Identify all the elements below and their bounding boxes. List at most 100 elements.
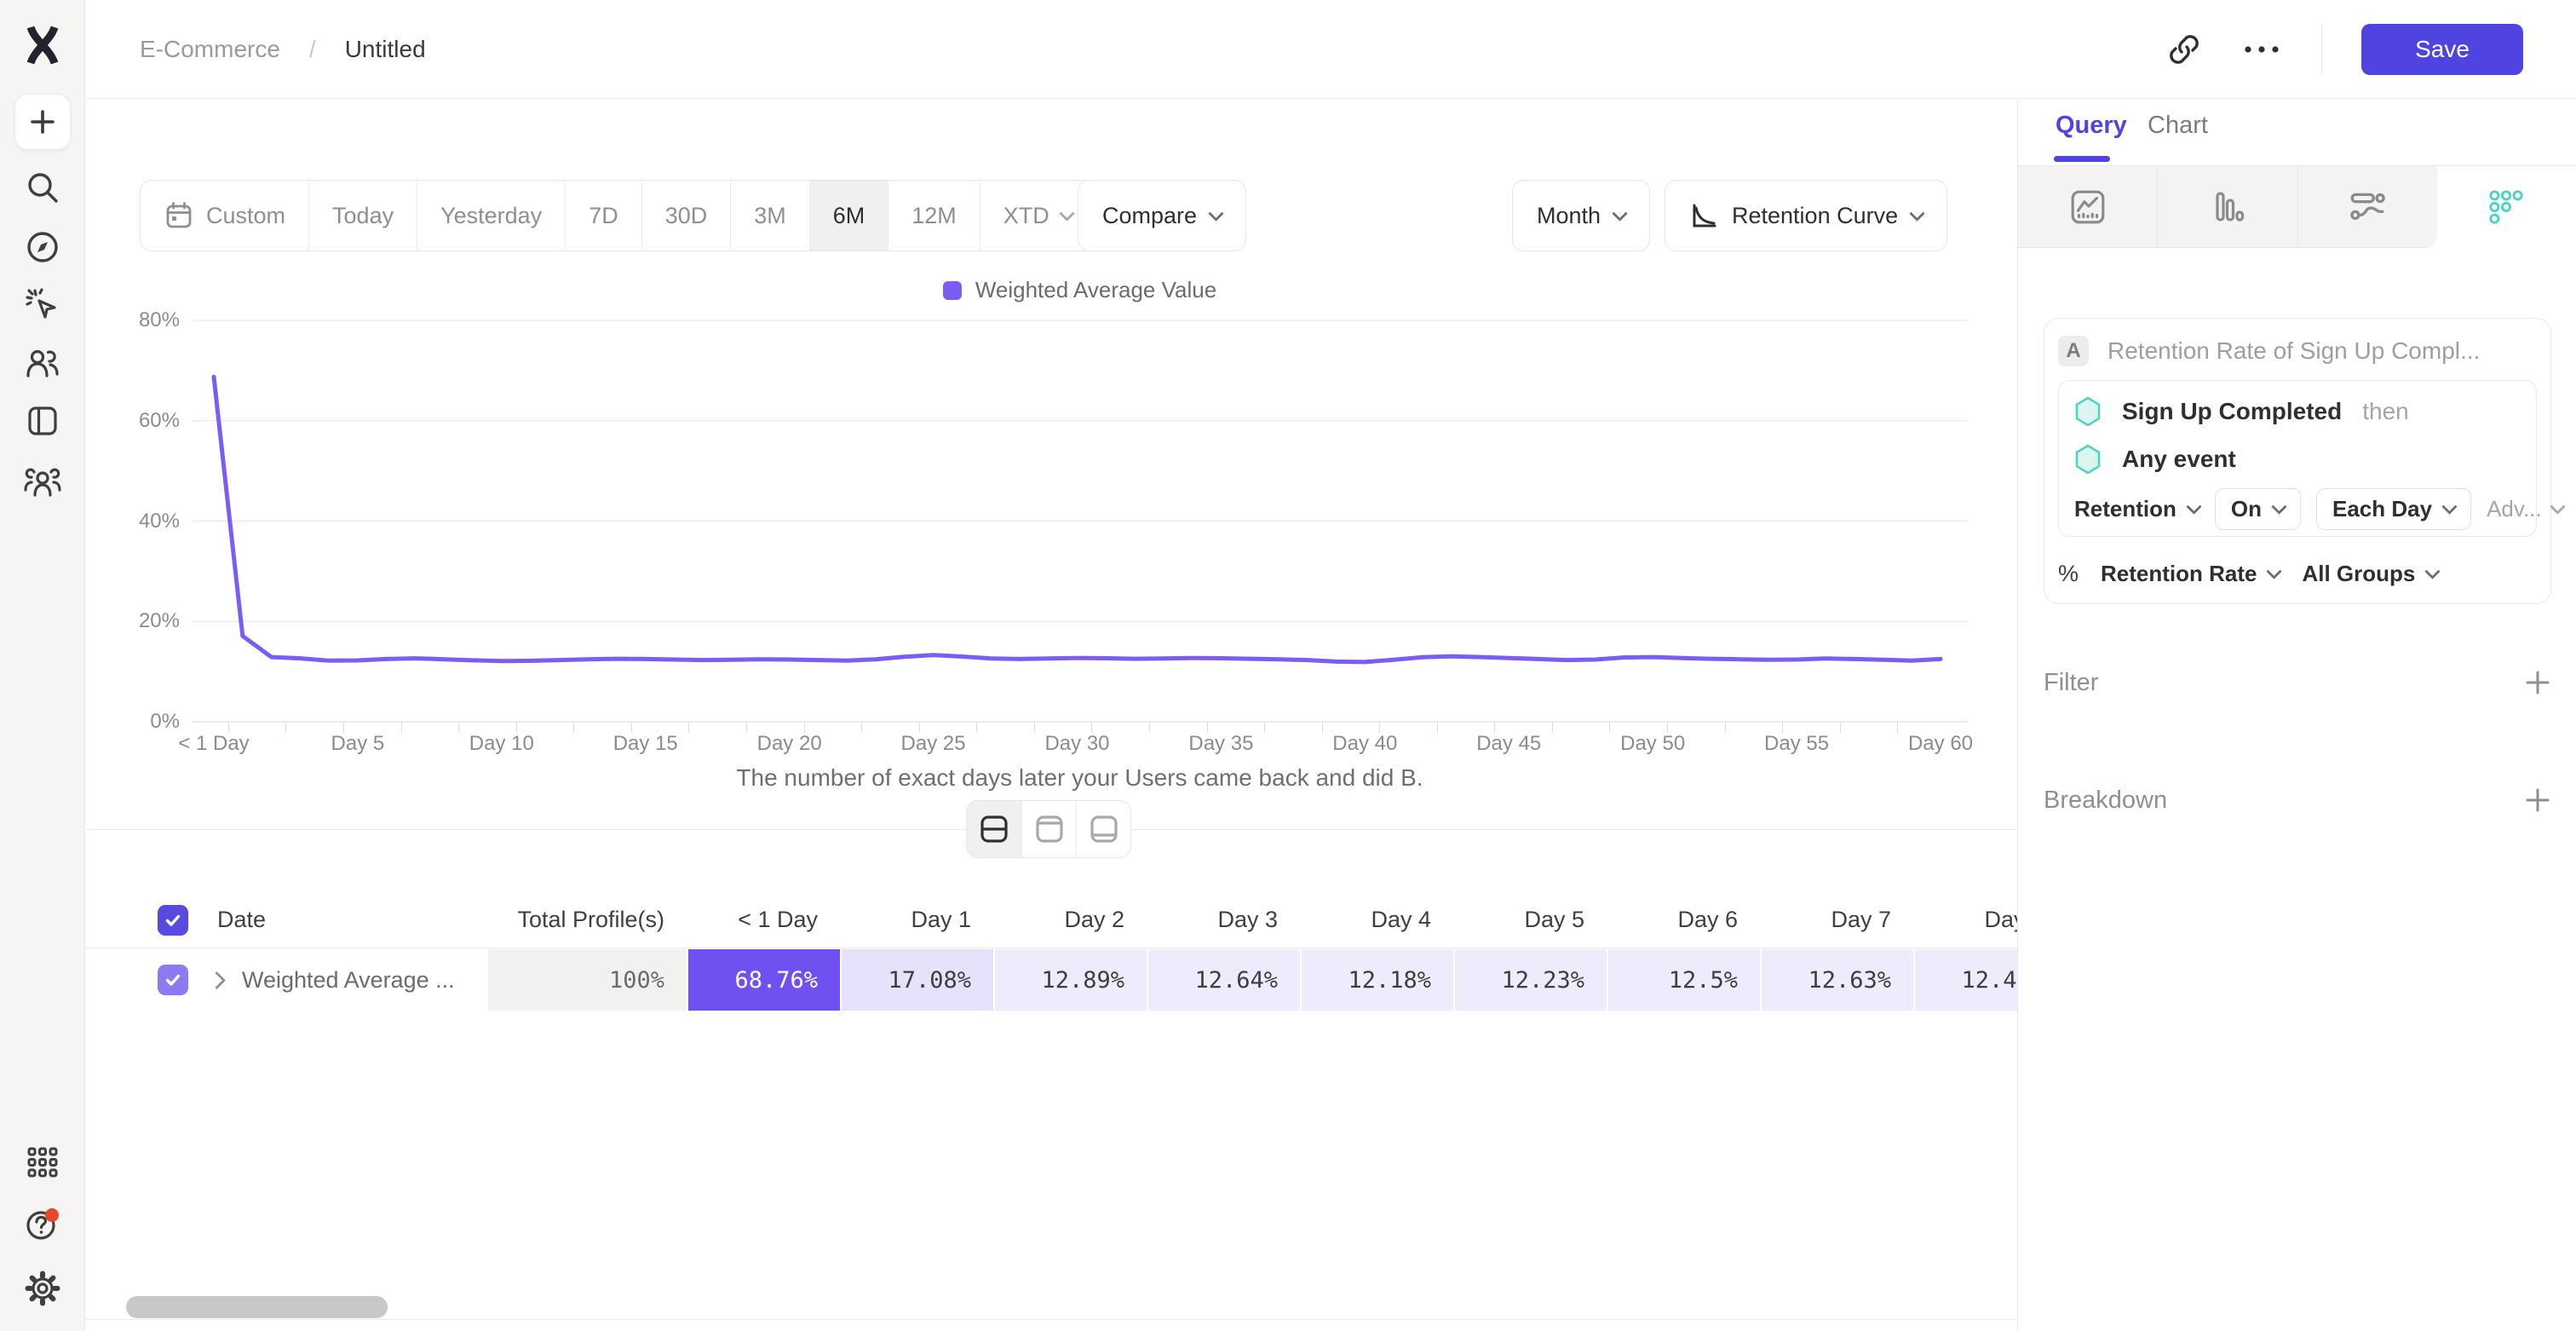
range-30d[interactable]: 30D	[641, 181, 731, 251]
cohorts-icon[interactable]	[24, 464, 61, 500]
more-options-icon[interactable]	[2241, 44, 2282, 55]
funnels-tab[interactable]	[2158, 166, 2297, 248]
split-view-button[interactable]	[967, 801, 1021, 857]
search-icon[interactable]	[25, 170, 60, 205]
x-tick-label: Day 5	[294, 732, 422, 756]
query-series-card: A Retention Rate of Sign Up Compl... Sig…	[2044, 318, 2551, 604]
retention-type-dropdown[interactable]: Retention	[2074, 496, 2199, 522]
granularity-dropdown[interactable]: Month	[1512, 180, 1650, 251]
mixpanel-logo-icon[interactable]	[22, 24, 63, 66]
date-range-selector: CustomTodayYesterday7D30D3M6M12MXTD	[140, 180, 1096, 251]
copy-link-icon[interactable]	[2166, 32, 2202, 67]
table-cell[interactable]: 12.23%	[1453, 949, 1607, 1011]
measure-dropdown[interactable]: Retention Rate	[2101, 561, 2280, 587]
row-checkbox[interactable]	[158, 965, 188, 995]
settings-gear-icon[interactable]	[25, 1270, 60, 1306]
groups-dropdown[interactable]: All Groups	[2302, 561, 2438, 587]
table-header-row: Date Total Profile(s)< 1 DayDay 1Day 2Da…	[85, 892, 2017, 948]
range-6m[interactable]: 6M	[809, 181, 888, 251]
second-event-name[interactable]: Any event	[2122, 446, 2236, 473]
table-cell[interactable]: 68.76%	[687, 949, 840, 1011]
x-tick-label: Day 40	[1301, 732, 1429, 756]
apps-grid-icon[interactable]	[26, 1145, 60, 1179]
breadcrumb-current[interactable]: Untitled	[345, 36, 426, 63]
tab-chart[interactable]: Chart	[2148, 112, 2208, 140]
add-filter-icon[interactable]	[2524, 669, 2551, 696]
row-expander-icon[interactable]	[208, 971, 226, 988]
horizontal-scrollbar[interactable]	[126, 1296, 388, 1318]
table-cell[interactable]: 12.64%	[1147, 949, 1300, 1011]
table-only-view-button[interactable]	[1076, 801, 1130, 857]
users-icon[interactable]	[25, 345, 60, 381]
select-all-checkbox[interactable]	[158, 905, 188, 936]
legend-swatch	[943, 281, 962, 300]
report-main-area: CustomTodayYesterday7D30D3M6M12MXTD Comp…	[85, 100, 2017, 1331]
column-header[interactable]: Day 1	[840, 907, 993, 933]
view-layout-toggle	[966, 800, 1131, 858]
table-cell[interactable]: 12.89%	[993, 949, 1147, 1011]
table-cell[interactable]: 17.08%	[840, 949, 993, 1011]
chart-only-view-button[interactable]	[1021, 801, 1076, 857]
series-title[interactable]: Retention Rate of Sign Up Compl...	[2107, 337, 2480, 365]
breadcrumb-parent[interactable]: E-Commerce	[140, 36, 280, 63]
column-header[interactable]: Day 5	[1453, 907, 1607, 933]
column-header[interactable]: Day 8	[1913, 907, 2017, 933]
table-cell[interactable]: 12.5%	[1607, 949, 1760, 1011]
column-header[interactable]: Day 6	[1607, 907, 1760, 933]
x-tick-mark	[1091, 723, 1092, 733]
range-yesterday[interactable]: Yesterday	[417, 181, 565, 251]
retention-tab[interactable]	[2437, 166, 2576, 248]
x-tick-label: Day 30	[1014, 732, 1141, 756]
date-column-header[interactable]: Date	[217, 907, 266, 933]
compare-button[interactable]: Compare	[1078, 180, 1246, 251]
x-tick-label: Day 50	[1589, 732, 1716, 756]
range-today[interactable]: Today	[308, 181, 417, 251]
flows-tab[interactable]	[2298, 166, 2437, 248]
column-header[interactable]: < 1 Day	[687, 907, 840, 933]
save-button[interactable]: Save	[2361, 24, 2523, 75]
x-tick-mark	[1149, 723, 1150, 733]
breakdown-section: Breakdown	[2044, 783, 2551, 817]
column-header[interactable]: Total Profile(s)	[486, 907, 687, 933]
x-tick-mark	[1494, 723, 1495, 733]
column-header[interactable]: Day 4	[1300, 907, 1453, 933]
retention-curve-icon	[1689, 201, 1718, 230]
x-tick-mark	[1840, 723, 1841, 733]
help-icon[interactable]	[24, 1206, 61, 1243]
header-divider	[2321, 25, 2322, 74]
filter-label: Filter	[2044, 669, 2098, 697]
advanced-dropdown[interactable]: Adv...	[2487, 496, 2563, 522]
tab-query[interactable]: Query	[2056, 112, 2127, 140]
first-event-name[interactable]: Sign Up Completed	[2122, 398, 2342, 425]
table-cell[interactable]: 12.63%	[1760, 949, 1913, 1011]
x-tick-label: Day 45	[1445, 732, 1573, 756]
row-label[interactable]: Weighted Average ...	[242, 967, 455, 994]
add-breakdown-icon[interactable]	[2524, 786, 2551, 814]
on-dropdown[interactable]: On	[2215, 488, 2301, 530]
range-custom[interactable]: Custom	[141, 181, 308, 251]
x-tick-mark	[1379, 723, 1380, 733]
range-7d[interactable]: 7D	[565, 181, 641, 251]
table-cell[interactable]: 12.42%	[1913, 949, 2017, 1011]
column-header[interactable]: Day 7	[1760, 907, 1913, 933]
table-cell[interactable]: 100%	[486, 949, 687, 1011]
x-tick-mark	[1725, 723, 1726, 733]
board-icon[interactable]	[25, 403, 60, 439]
table-cell[interactable]: 12.18%	[1300, 949, 1453, 1011]
range-12m[interactable]: 12M	[888, 181, 980, 251]
x-axis-caption: The number of exact days later your User…	[192, 764, 1968, 792]
chart-legend[interactable]: Weighted Average Value	[192, 277, 1968, 303]
chart-type-dropdown[interactable]: Retention Curve	[1665, 180, 1947, 251]
x-tick-mark	[1897, 723, 1898, 733]
compass-icon[interactable]	[25, 229, 60, 265]
x-tick-mark	[1264, 723, 1265, 733]
insights-tab[interactable]	[2018, 166, 2158, 248]
bucket-dropdown[interactable]: Each Day	[2316, 488, 2471, 530]
column-header[interactable]: Day 2	[993, 907, 1147, 933]
column-header[interactable]: Day 3	[1147, 907, 1300, 933]
x-tick-label: Day 20	[726, 732, 854, 756]
cursor-click-icon[interactable]	[24, 286, 61, 324]
create-new-button[interactable]	[14, 94, 71, 150]
range-3m[interactable]: 3M	[730, 181, 809, 251]
retention-line-chart[interactable]	[192, 308, 1968, 725]
